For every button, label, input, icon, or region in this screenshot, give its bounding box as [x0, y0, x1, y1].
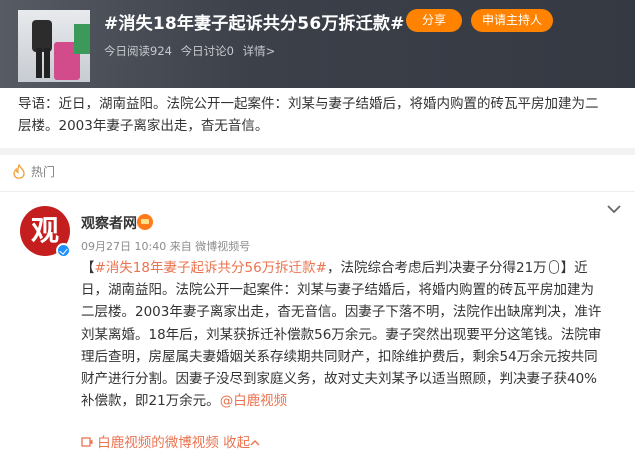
- detail-link[interactable]: 详情>: [243, 44, 276, 58]
- microphone-icon: [548, 260, 559, 274]
- video-icon: [81, 437, 93, 447]
- topic-thumbnail[interactable]: [18, 10, 90, 82]
- topic-hashtag-link[interactable]: #消失18年妻子起诉共分56万拆迁款#: [95, 260, 327, 276]
- feed-card: 热门 观 观察者网 09月27日 10:40 来自 微博视频号 【#消失18年妻…: [0, 155, 635, 456]
- video-link-row: 白鹿视频的微博视频 收起: [81, 431, 260, 451]
- post-line-1: 【#消失18年妻子起诉共分56万拆迁款#，法院综合考虑后判决妻子分得21万 】近: [81, 260, 588, 276]
- intro-line-1: 导语：近日，湖南益阳。法院公开一起案件：刘某与妻子结婚后，将婚内购置的砖瓦平房加…: [18, 96, 599, 112]
- chevron-down-icon[interactable]: [606, 203, 622, 215]
- member-crown-icon: [137, 214, 153, 230]
- topic-header: #消失18年妻子起诉共分56万拆迁款# 今日阅读924 今日讨论0 详情> 分享…: [0, 0, 635, 88]
- post-line-7: 补偿款，即21万余元。@白鹿视频: [81, 393, 288, 410]
- topic-stats: 今日阅读924 今日讨论0 详情>: [104, 43, 280, 59]
- topic-intro: 导语：近日，湖南益阳。法院公开一起案件：刘某与妻子结婚后，将婚内购置的砖瓦平房加…: [0, 88, 635, 148]
- post-line-4: 刘某离婚。18年后，刘某获拆迁补偿款56万余元。妻子突然出现要平分这笔钱。法院审: [81, 326, 602, 343]
- topic-title: #消失18年妻子起诉共分56万拆迁款#: [104, 14, 405, 34]
- fire-icon: [13, 164, 25, 179]
- post-time[interactable]: 09月27日 10:40: [81, 240, 166, 253]
- hot-section-header: 热门: [12, 163, 55, 180]
- post-line-3: 二层楼。2003年妻子离家出走，杳无音信。因妻子下落不明，法院作出缺席判决，准许: [81, 304, 602, 321]
- verified-badge-icon: [56, 243, 71, 258]
- post-line-2: 日，湖南益阳。法院公开一起案件：刘某与妻子结婚后，将婚内购置的砖瓦平房加建为: [81, 282, 594, 299]
- hot-section-label: 热门: [31, 165, 56, 179]
- intro-line-2: 层楼。2003年妻子离家出走，杳无音信。: [18, 118, 269, 134]
- section-divider: [0, 191, 635, 192]
- post-meta: 09月27日 10:40 来自 微博视频号: [81, 238, 250, 254]
- post-text: 【#消失18年妻子起诉共分56万拆迁款#，法院综合考虑后判决妻子分得21万 】近 …: [81, 257, 621, 412]
- chevron-up-icon: [250, 440, 260, 446]
- post-line-6: 财产进行分割。因妻子没尽到家庭义务，故对丈夫刘某予以适当照顾，判决妻子获40%: [81, 371, 598, 388]
- discuss-count: 今日讨论0: [180, 44, 234, 58]
- read-count: 今日阅读924: [104, 44, 172, 58]
- post-username[interactable]: 观察者网: [81, 213, 137, 233]
- share-button[interactable]: 分享: [406, 9, 462, 32]
- video-link[interactable]: 白鹿视频的微博视频: [97, 435, 219, 451]
- post-line-5: 理后查明，房屋属夫妻婚姻关系存续期共同财产，扣除维护费后，剩余54万余元按共同: [81, 348, 598, 365]
- mention-link[interactable]: @白鹿视频: [220, 393, 288, 409]
- post-source: 来自 微博视频号: [169, 240, 251, 253]
- apply-host-button[interactable]: 申请主持人: [471, 9, 553, 32]
- collapse-link[interactable]: 收起: [223, 435, 260, 451]
